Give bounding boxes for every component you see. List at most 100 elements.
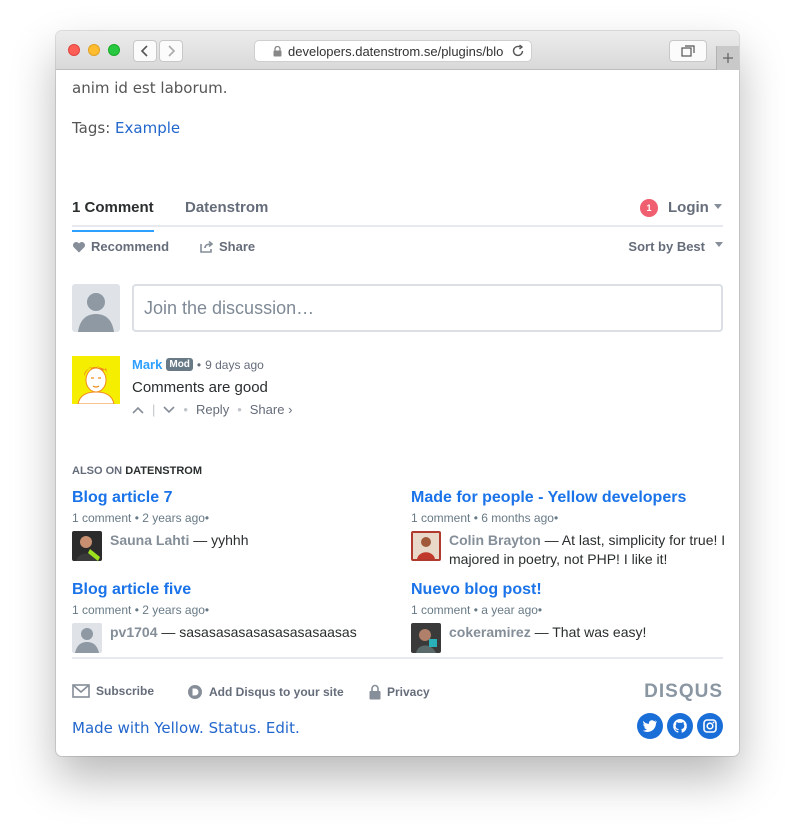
heart-icon: [72, 241, 86, 252]
lock-icon: [273, 45, 282, 57]
comment-share-button[interactable]: Share ›: [250, 402, 293, 417]
lock-icon: [369, 684, 381, 700]
recommendation-excerpt[interactable]: pv1704 — sasasasasasasasasasaasas: [72, 623, 392, 653]
forward-button[interactable]: [159, 40, 183, 62]
recommendation-item: Made for people - Yellow developers 1 co…: [411, 489, 731, 569]
comment-author[interactable]: Mark: [132, 357, 162, 372]
show-tabs-button[interactable]: [669, 40, 707, 62]
also-on-prefix: ALSO ON: [72, 465, 123, 477]
recommendation-excerpt[interactable]: cokeramirez — That was easy!: [411, 623, 731, 653]
add-disqus-link[interactable]: Add Disqus to your site: [187, 684, 344, 700]
minimize-window-button[interactable]: [88, 44, 100, 56]
comment-avatar[interactable]: [72, 356, 120, 404]
recommendation-user: pv1704: [110, 624, 158, 640]
recommendation-meta: 1 comment • a year ago•: [411, 603, 543, 617]
twitter-bird-icon: [643, 720, 657, 732]
disqus-footer: Subscribe Add Disqus to your site Privac…: [72, 657, 723, 707]
recommendation-user: Colin Brayton: [449, 532, 541, 548]
photo-avatar-icon: [411, 531, 441, 561]
comment-footer: | • Reply • Share ›: [132, 402, 292, 417]
thread-actions: Recommend Share Sort by Best: [72, 239, 723, 259]
disqus-nav: 1 Comment Datenstrom 1 Login: [72, 194, 723, 232]
bullet: •: [183, 402, 188, 417]
guest-avatar: [72, 284, 120, 332]
github-button[interactable]: [667, 713, 693, 739]
share-icon: [200, 240, 214, 253]
notification-badge[interactable]: 1: [640, 199, 658, 217]
recommendation-title[interactable]: Made for people - Yellow developers: [411, 489, 731, 507]
close-window-button[interactable]: [68, 44, 80, 56]
subscribe-link[interactable]: Subscribe: [72, 684, 154, 698]
recommendation-title[interactable]: Blog article 7: [72, 489, 392, 507]
comment-time-bullet: •: [196, 357, 202, 372]
login-label: Login: [668, 199, 709, 216]
user-avatar: [72, 531, 102, 561]
recommendation-text: — sasasasasasasasasasaasas: [157, 624, 357, 640]
user-avatar: [411, 623, 441, 653]
recommendation-meta: 1 comment • 2 years ago•: [72, 511, 210, 525]
address-bar[interactable]: developers.datenstrom.se/plugins/blo: [254, 40, 532, 62]
recommendation-user: cokeramirez: [449, 624, 531, 640]
recommendation-excerpt[interactable]: Colin Brayton — At last, simplicity for …: [411, 531, 731, 569]
moderator-badge: Mod: [166, 358, 193, 371]
reload-icon[interactable]: [511, 44, 525, 61]
instagram-button[interactable]: [697, 713, 723, 739]
login-menu[interactable]: Login: [668, 199, 722, 216]
new-tab-button[interactable]: [716, 46, 739, 70]
tab-community[interactable]: Datenstrom: [185, 199, 268, 216]
title-bar: developers.datenstrom.se/plugins/blo: [56, 31, 739, 70]
recommend-label: Recommend: [91, 239, 170, 254]
comment-time[interactable]: 9 days ago: [205, 358, 264, 372]
twitter-button[interactable]: [637, 713, 663, 739]
photo-avatar-icon: [411, 623, 441, 653]
vote-divider: |: [152, 402, 156, 417]
recommendation-user: Sauna Lahti: [110, 532, 190, 548]
recommendation-meta: 1 comment • 6 months ago•: [411, 511, 559, 525]
recommendation-item: Nuevo blog post! 1 comment • a year ago•…: [411, 581, 731, 653]
github-icon: [673, 719, 687, 733]
share-label: Share: [219, 239, 256, 254]
comment-header: Mark Mod • 9 days ago: [132, 357, 264, 372]
recommendation-meta: 1 comment • 2 years ago•: [72, 603, 210, 617]
back-button[interactable]: [133, 40, 157, 62]
chevron-left-icon: [140, 45, 148, 57]
disqus-wordmark[interactable]: DISQUS: [644, 681, 723, 703]
share-button[interactable]: Share: [200, 239, 255, 254]
also-on-site: DATENSTROM: [125, 465, 202, 477]
comment-item: Mark Mod • 9 days ago Comments are good …: [72, 356, 723, 417]
upvote-icon[interactable]: [132, 406, 144, 414]
site-footer-text[interactable]: Made with Yellow. Status. Edit.: [72, 719, 300, 737]
bullet: •: [237, 402, 242, 417]
add-disqus-label: Add Disqus to your site: [209, 685, 344, 699]
user-avatar: [72, 623, 102, 653]
envelope-icon: [72, 684, 90, 698]
cartoon-face-avatar-icon: [72, 356, 120, 404]
recommendation-title[interactable]: Nuevo blog post!: [411, 581, 731, 599]
also-on-heading: ALSO ON DATENSTROM: [72, 465, 202, 477]
privacy-link[interactable]: Privacy: [369, 684, 430, 700]
reply-button[interactable]: Reply: [196, 402, 229, 417]
subscribe-label: Subscribe: [96, 684, 155, 698]
comment-body: Comments are good: [132, 379, 268, 396]
downvote-icon[interactable]: [163, 405, 175, 414]
user-avatar: [411, 531, 441, 561]
privacy-label: Privacy: [387, 685, 430, 699]
tab-comments[interactable]: 1 Comment: [72, 199, 154, 232]
zoom-window-button[interactable]: [108, 44, 120, 56]
browser-window: developers.datenstrom.se/plugins/blo ani…: [56, 31, 739, 756]
article-paragraph-end: anim id est laborum.: [72, 79, 228, 97]
instagram-icon: [703, 719, 717, 733]
recommend-button[interactable]: Recommend: [72, 239, 169, 254]
comment-input[interactable]: Join the discussion…: [132, 284, 723, 332]
page-content: anim id est laborum. Tags: Example 1 Com…: [56, 71, 739, 756]
tabs-icon: [681, 45, 695, 57]
disqus-logo-icon: [188, 685, 202, 699]
tag-link[interactable]: Example: [115, 119, 180, 137]
plus-icon: [723, 53, 733, 63]
recommendation-title[interactable]: Blog article five: [72, 581, 392, 599]
user-silhouette-icon: [78, 293, 114, 332]
caret-down-icon: [713, 203, 722, 209]
recommendation-text: — That was easy!: [530, 624, 647, 640]
recommendation-excerpt[interactable]: Sauna Lahti — yyhhh: [72, 531, 392, 561]
sort-menu[interactable]: Sort by Best: [628, 239, 723, 254]
